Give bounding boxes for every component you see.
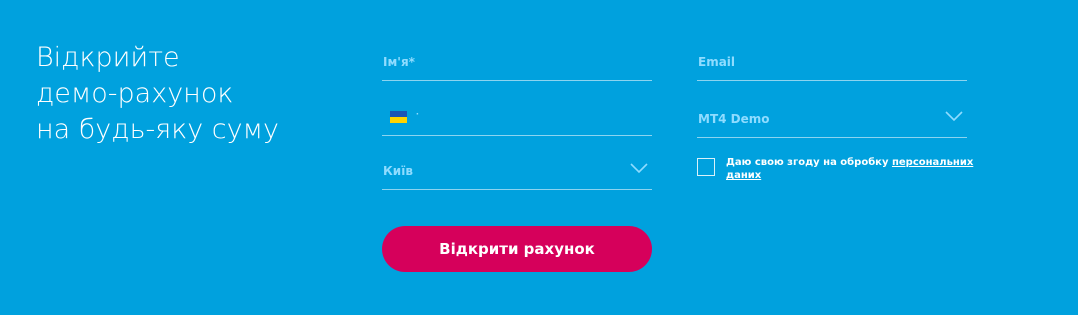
- open-account-button[interactable]: Відкрити рахунок: [382, 226, 652, 272]
- account-type-select[interactable]: MT4 Demo: [697, 108, 967, 138]
- city-value: Київ: [383, 164, 413, 178]
- page-headline: Відкрийте демо-рахунок на будь-яку суму: [36, 40, 279, 148]
- headline-line-3: на будь-яку суму: [36, 114, 279, 145]
- phone-field[interactable]: ·: [382, 106, 652, 136]
- chevron-down-icon: [630, 163, 648, 174]
- account-type-value: MT4 Demo: [698, 112, 770, 126]
- ukraine-flag-icon[interactable]: [390, 111, 407, 123]
- headline-line-2: демо-рахунок: [36, 78, 234, 109]
- headline-line-1: Відкрийте: [36, 42, 180, 73]
- email-placeholder: Email: [698, 55, 736, 69]
- consent-text: Даю свою згоду на обробку персональних д…: [726, 156, 976, 182]
- name-placeholder: Ім'я*: [383, 55, 415, 69]
- phone-prefix: ·: [416, 109, 420, 120]
- consent-checkbox[interactable]: [697, 158, 715, 176]
- city-select[interactable]: Київ: [382, 160, 652, 190]
- consent-label: Даю свою згоду на обробку: [726, 157, 889, 168]
- chevron-down-icon: [945, 111, 963, 122]
- email-field[interactable]: Email: [697, 51, 967, 81]
- name-field[interactable]: Ім'я*: [382, 51, 652, 81]
